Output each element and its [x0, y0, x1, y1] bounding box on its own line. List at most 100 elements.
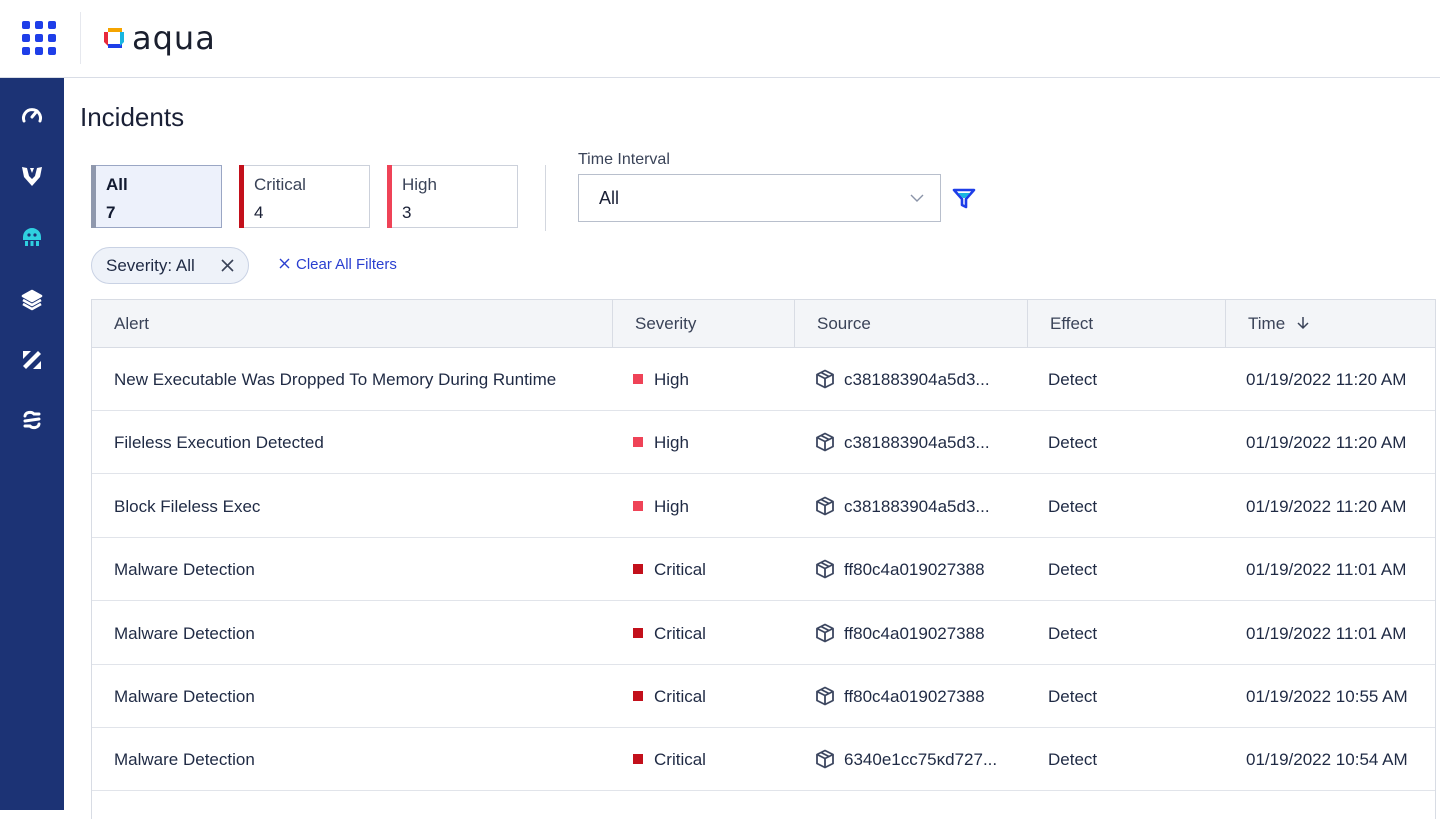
severity-card-count: 4	[254, 203, 264, 222]
source-text[interactable]: 6340e1cc75ĸd727...	[844, 750, 997, 769]
nav-item-inventory[interactable]	[0, 280, 64, 320]
table-row[interactable]: Malware Detection Critical ff80c4a01902738…	[92, 665, 1435, 728]
alert-text: Block Fileless Exec	[114, 496, 261, 516]
source-text[interactable]: c381883904a5d3...	[844, 433, 990, 452]
column-header-source[interactable]: Source	[795, 300, 1028, 347]
filter-funnel-icon[interactable]	[952, 186, 976, 210]
effect-text: Detect	[1048, 750, 1098, 770]
nav-item-integrations[interactable]	[0, 400, 64, 440]
nav-item-compliance[interactable]	[0, 340, 64, 380]
nav-item-incidents[interactable]	[0, 216, 64, 256]
cell-alert: Block Fileless Exec	[114, 475, 594, 538]
severity-indicator	[633, 627, 643, 638]
cell-severity: High	[633, 475, 793, 538]
cell-effect: Detect	[1048, 538, 1218, 601]
severity-card-critical[interactable]: Critical 4	[239, 165, 370, 228]
cell-source: c381883904a5d3...	[815, 348, 1025, 411]
time-text: 01/19/2022 11:20 AM	[1246, 433, 1407, 453]
cell-time: 01/19/2022 11:01 AM	[1246, 538, 1434, 601]
source-text[interactable]: ff80c4a019027388	[844, 687, 985, 706]
source-text[interactable]: ff80c4a019027388	[844, 560, 985, 579]
clear-all-filters-link[interactable]: Clear All Filters	[279, 256, 397, 274]
nav-item-dashboard[interactable]	[0, 96, 64, 136]
severity-card-high[interactable]: High 3	[387, 165, 518, 228]
cell-source: c381883904a5d3...	[815, 411, 1025, 474]
effect-text: Detect	[1048, 496, 1098, 516]
container-cube-icon	[816, 496, 834, 516]
column-header-label: Source	[817, 314, 871, 333]
severity-indicator	[633, 437, 643, 448]
table-row[interactable]: Block Fileless Exec High c381883904a5d3...…	[92, 474, 1435, 538]
link-icon	[23, 410, 41, 430]
severity-text: High	[654, 370, 689, 389]
severity-card-count: 7	[106, 203, 116, 222]
cell-time: 01/19/2022 10:54 AM	[1246, 728, 1434, 791]
alert-text: Malware Detection	[114, 687, 255, 706]
time-interval-select[interactable]: All	[578, 174, 941, 222]
cell-severity: High	[633, 411, 793, 474]
severity-card-count: 3	[402, 203, 412, 222]
time-text: 01/19/2022 11:01 AM	[1246, 623, 1407, 643]
time-text: 01/19/2022 11:01 AM	[1246, 560, 1407, 580]
severity-card-label: Critical	[254, 175, 306, 194]
incident-bug-icon	[23, 228, 41, 246]
cell-severity: High	[633, 348, 793, 411]
effect-text: Detect	[1048, 560, 1098, 580]
severity-card-all[interactable]: All 7	[91, 165, 222, 228]
severity-card-color-bar	[239, 165, 244, 228]
close-icon[interactable]	[221, 259, 234, 272]
severity-filter-chip: Severity: All	[91, 247, 249, 284]
chevron-down-icon	[910, 194, 924, 202]
cell-time: 01/19/2022 11:01 AM	[1246, 602, 1434, 665]
table-header: Alert Severity Source Effect Time	[92, 299, 1435, 348]
table-row[interactable]: New Executable Was Dropped To Memory Dur…	[92, 348, 1435, 411]
percent-icon	[23, 351, 41, 369]
aqua-logo[interactable]: aqua	[102, 18, 216, 58]
cell-time: 01/19/2022 11:20 AM	[1246, 348, 1434, 411]
cell-severity: Critical	[633, 602, 793, 665]
table-row[interactable]: Fileless Execution Detected High c38188390…	[92, 411, 1435, 475]
app-launcher-grid-icon[interactable]	[22, 21, 56, 55]
cell-effect: Detect	[1048, 411, 1218, 474]
time-text: 01/19/2022 11:20 AM	[1246, 370, 1407, 389]
layers-icon	[21, 289, 43, 311]
cell-effect: Detect	[1048, 475, 1218, 538]
effect-text: Detect	[1048, 433, 1098, 453]
column-header-alert[interactable]: Alert	[92, 300, 613, 347]
severity-indicator	[633, 564, 643, 575]
source-text[interactable]: c381883904a5d3...	[844, 370, 990, 389]
effect-text: Detect	[1048, 623, 1098, 643]
column-header-severity[interactable]: Severity	[613, 300, 795, 347]
column-header-label: Effect	[1050, 314, 1094, 333]
cell-severity: Critical	[633, 665, 793, 728]
severity-text: Critical	[654, 560, 706, 580]
effect-text: Detect	[1048, 370, 1098, 389]
incidents-table: Alert Severity Source Effect Time New Ex…	[91, 299, 1436, 819]
time-interval-label: Time Interval	[578, 151, 670, 168]
cell-source: ff80c4a019027388	[815, 538, 1025, 601]
alert-text: Malware Detection	[114, 560, 255, 580]
cell-effect: Detect	[1048, 602, 1218, 665]
side-navigation	[0, 78, 64, 810]
severity-text: Critical	[654, 623, 706, 643]
time-text: 01/19/2022 11:20 AM	[1246, 496, 1407, 516]
container-cube-icon	[816, 432, 834, 452]
alert-text: New Executable Was Dropped To Memory Dur…	[114, 370, 557, 389]
cell-alert: Malware Detection	[114, 728, 594, 791]
severity-card-label: High	[402, 175, 437, 194]
table-row[interactable]: Malware Detection Critical ff80c4a01902738…	[92, 601, 1435, 665]
table-row[interactable]: Malware Detection Critical ff80c4a01902738…	[92, 538, 1435, 602]
nav-item-security[interactable]	[0, 156, 64, 196]
severity-card-color-bar	[387, 165, 392, 228]
cell-source: ff80c4a019027388	[815, 602, 1025, 665]
column-header-effect[interactable]: Effect	[1028, 300, 1226, 347]
source-text[interactable]: ff80c4a019027388	[844, 624, 985, 643]
container-cube-icon	[816, 623, 834, 642]
cell-effect: Detect	[1048, 728, 1218, 791]
container-cube-icon	[816, 369, 834, 389]
severity-text: Critical	[654, 750, 706, 770]
source-text[interactable]: c381883904a5d3...	[844, 497, 990, 516]
table-row[interactable]: Malware Detection Critical 6340e1cc75ĸd727…	[92, 728, 1435, 792]
column-header-time[interactable]: Time	[1226, 300, 1435, 347]
cell-time: 01/19/2022 11:20 AM	[1246, 411, 1434, 474]
